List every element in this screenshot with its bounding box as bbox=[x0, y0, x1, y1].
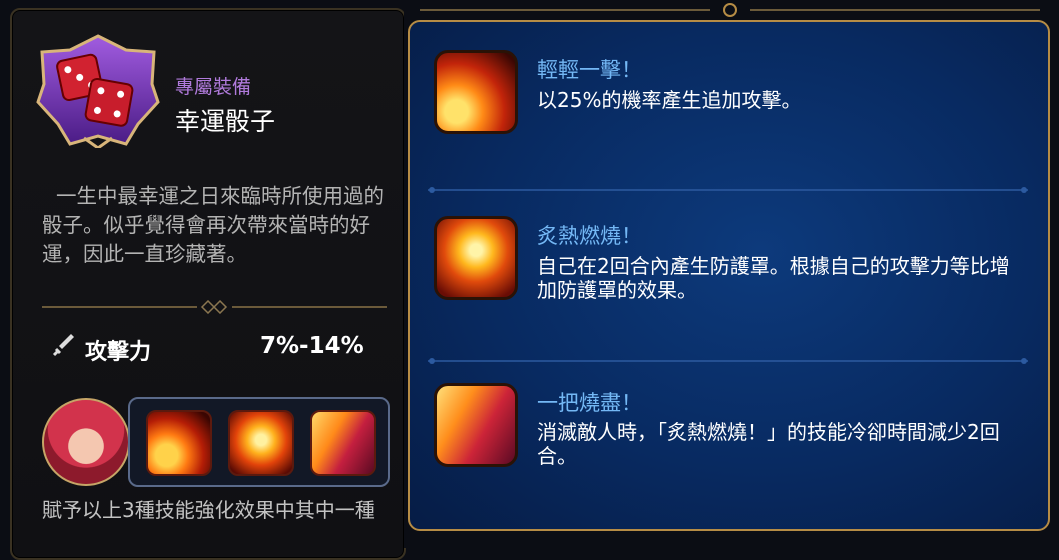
row-divider bbox=[428, 187, 1028, 193]
skill-list-panel: 輕輕一擊！ 以25%的機率產生追加攻擊。 炙熱燃燒！ 自己在2回合內產生防護罩。… bbox=[408, 20, 1050, 531]
character-avatar[interactable] bbox=[42, 398, 130, 486]
fire-burst-icon[interactable] bbox=[434, 383, 518, 467]
sword-icon bbox=[52, 334, 74, 357]
stat-value: 7%-14% bbox=[260, 333, 364, 359]
skill-description: 自己在2回合內產生防護罩。根據自己的攻擊力等比增加防護罩的效果。 bbox=[537, 254, 1010, 302]
skill-title: 炙熱燃燒！ bbox=[537, 224, 642, 248]
item-description: 一生中最幸運之日來臨時所使用過的骰子。似乎覺得會再次帶來當時的好運，因此一直珍藏… bbox=[42, 184, 384, 266]
item-name: 幸運骰子 bbox=[175, 107, 276, 136]
ornament-divider bbox=[42, 300, 387, 314]
fire-burst-icon[interactable] bbox=[310, 410, 376, 476]
item-info-panel: 專屬裝備 幸運骰子 一生中最幸運之日來臨時所使用過的骰子。似乎覺得會再次帶來當時… bbox=[10, 8, 406, 560]
row-divider bbox=[428, 358, 1028, 364]
fire-slash-icon[interactable] bbox=[146, 410, 212, 476]
dice-icon bbox=[36, 34, 160, 148]
fire-phoenix-icon[interactable] bbox=[434, 216, 518, 300]
skill-description: 消滅敵人時，「炙熱燃燒！」的技能冷卻時間減少2回合。 bbox=[537, 420, 1000, 468]
footer-note: 賦予以上3種技能強化效果中其中一種 bbox=[42, 498, 375, 522]
item-type-label: 專屬裝備 bbox=[175, 76, 252, 98]
top-frame-ornament bbox=[420, 3, 1040, 17]
skill-title: 一把燒盡！ bbox=[537, 391, 642, 415]
skill-options-box bbox=[128, 397, 390, 487]
fire-phoenix-icon[interactable] bbox=[228, 410, 294, 476]
skill-description: 以25%的機率產生追加攻擊。 bbox=[537, 88, 802, 112]
stat-label: 攻擊力 bbox=[85, 340, 152, 365]
fire-slash-icon[interactable] bbox=[434, 50, 518, 134]
skill-title: 輕輕一擊！ bbox=[537, 58, 642, 82]
